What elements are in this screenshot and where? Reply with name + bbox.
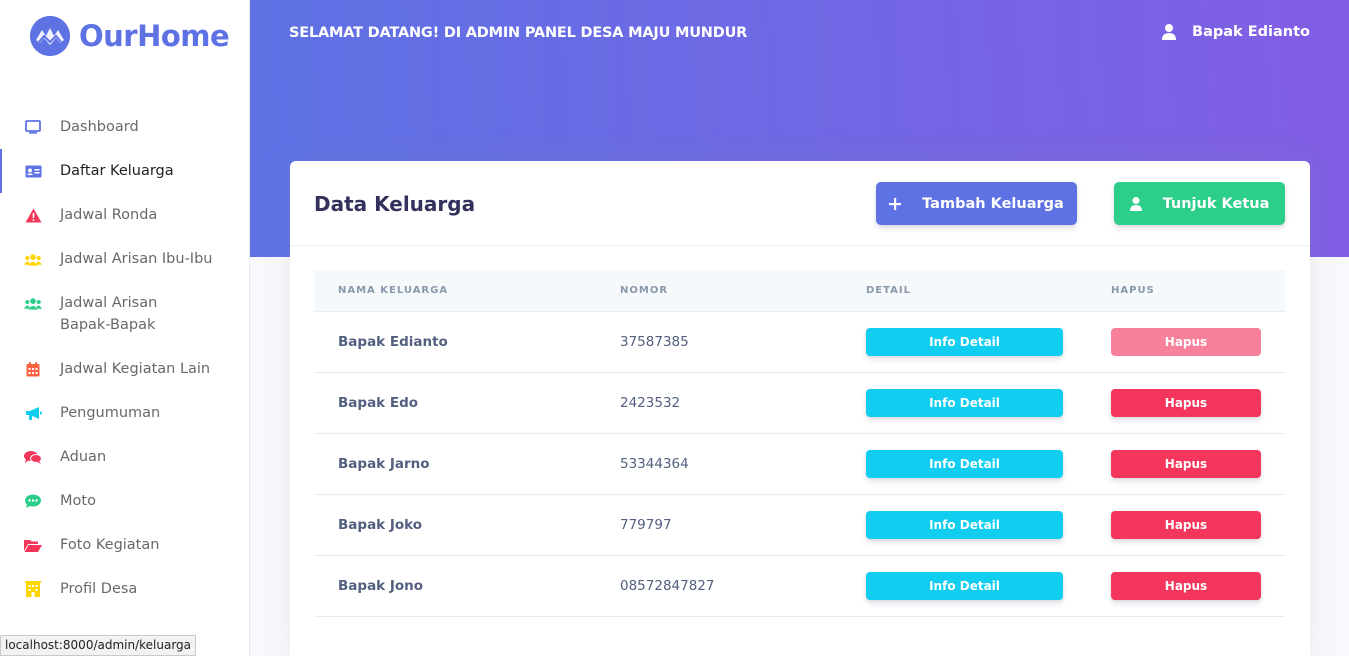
comment-dots-icon xyxy=(24,490,42,512)
cell-nama: Bapak Jarno xyxy=(314,433,596,495)
sidebar-nav: Dashboard Daftar Keluarga Jadwal Ronda J… xyxy=(0,105,250,611)
card-title: Data Keluarga xyxy=(314,192,476,216)
sidebar: OurHome Dashboard Daftar Keluarga Jadwal… xyxy=(0,0,250,656)
cell-nomor: 2423532 xyxy=(596,372,842,434)
hapus-button[interactable]: Hapus xyxy=(1111,510,1261,539)
info-detail-button[interactable]: Info Detail xyxy=(866,510,1063,539)
sidebar-item-label: Jadwal Kegiatan Lain xyxy=(60,361,211,377)
sidebar-item-profil-desa[interactable]: Profil Desa xyxy=(0,567,250,611)
cell-detail: Info Detail xyxy=(842,372,1087,434)
user-name: Bapak Edianto xyxy=(1192,24,1310,40)
folder-open-icon xyxy=(24,534,42,556)
cell-nama: Bapak Jono xyxy=(314,555,596,617)
users-icon xyxy=(24,292,42,314)
table-row: Bapak Jarno 53344364 Info Detail Hapus xyxy=(314,433,1285,495)
cell-nomor: 779797 xyxy=(596,494,842,556)
sidebar-item-kegiatan-lain[interactable]: Jadwal Kegiatan Lain xyxy=(0,347,250,391)
sidebar-item-label: Jadwal Ronda xyxy=(60,207,158,223)
sidebar-item-label: Daftar Keluarga xyxy=(60,163,174,179)
megaphone-icon xyxy=(24,402,42,424)
column-header-hapus: HAPUS xyxy=(1087,270,1285,312)
user-icon xyxy=(1129,196,1142,211)
cell-hapus: Hapus xyxy=(1087,372,1285,434)
building-icon xyxy=(24,578,42,600)
sidebar-item-dashboard[interactable]: Dashboard xyxy=(0,105,250,149)
tunjuk-ketua-label: Tunjuk Ketua xyxy=(1162,195,1270,212)
sidebar-item-arisan-bapak[interactable]: Jadwal Arisan Bapak-Bapak xyxy=(0,281,250,347)
column-header-detail: DETAIL xyxy=(842,270,1087,312)
table-header-row: NAMA KELUARGA NOMOR DETAIL HAPUS xyxy=(314,270,1285,312)
sidebar-item-label: Pengumuman xyxy=(60,405,161,421)
cell-nomor: 08572847827 xyxy=(596,555,842,617)
sidebar-item-jadwal-ronda[interactable]: Jadwal Ronda xyxy=(0,193,250,237)
calendar-icon xyxy=(24,358,42,380)
card-header: Data Keluarga Tambah Keluarga Tunjuk Ket… xyxy=(290,161,1310,246)
sidebar-item-foto-kegiatan[interactable]: Foto Kegiatan xyxy=(0,523,250,567)
sidebar-item-label: Profil Desa xyxy=(60,581,138,597)
cell-nomor: 53344364 xyxy=(596,433,842,495)
data-keluarga-card: Data Keluarga Tambah Keluarga Tunjuk Ket… xyxy=(290,161,1310,656)
hapus-button[interactable]: Hapus xyxy=(1111,388,1261,417)
table-row: Bapak Joko 779797 Info Detail Hapus xyxy=(314,494,1285,556)
table-row: Bapak Edo 2423532 Info Detail Hapus xyxy=(314,372,1285,434)
cell-detail: Info Detail xyxy=(842,555,1087,617)
user-icon xyxy=(1162,24,1177,40)
table-row: Bapak Edianto 37587385 Info Detail Hapus xyxy=(314,311,1285,373)
sidebar-item-label: Moto xyxy=(60,493,96,509)
sidebar-item-label: Jadwal Arisan Ibu-Ibu xyxy=(60,251,213,267)
cell-detail: Info Detail xyxy=(842,433,1087,495)
user-menu[interactable]: Bapak Edianto xyxy=(1162,24,1310,40)
home-logo-icon xyxy=(30,16,70,56)
sidebar-item-aduan[interactable]: Aduan xyxy=(0,435,250,479)
sidebar-item-daftar-keluarga[interactable]: Daftar Keluarga xyxy=(0,149,250,193)
cell-nama: Bapak Joko xyxy=(314,494,596,556)
table-row: Bapak Jono 08572847827 Info Detail Hapus xyxy=(314,555,1285,617)
id-card-icon xyxy=(24,160,42,182)
tunjuk-ketua-button[interactable]: Tunjuk Ketua xyxy=(1114,182,1285,225)
info-detail-button[interactable]: Info Detail xyxy=(866,388,1063,417)
keluarga-table: NAMA KELUARGA NOMOR DETAIL HAPUS Bapak E… xyxy=(314,270,1285,617)
info-detail-button[interactable]: Info Detail xyxy=(866,327,1063,356)
sidebar-item-moto[interactable]: Moto xyxy=(0,479,250,523)
cell-detail: Info Detail xyxy=(842,311,1087,373)
comments-icon xyxy=(24,446,42,468)
cell-hapus: Hapus xyxy=(1087,311,1285,373)
brand-name: OurHome xyxy=(79,19,230,53)
column-header-nomor: NOMOR xyxy=(596,270,842,312)
sidebar-item-arisan-ibu[interactable]: Jadwal Arisan Ibu-Ibu xyxy=(0,237,250,281)
tambah-keluarga-button[interactable]: Tambah Keluarga xyxy=(876,182,1077,225)
hapus-button[interactable]: Hapus xyxy=(1111,327,1261,356)
hapus-button[interactable]: Hapus xyxy=(1111,449,1261,478)
sidebar-item-label: Foto Kegiatan xyxy=(60,537,160,553)
plus-icon xyxy=(889,197,902,210)
users-icon xyxy=(24,248,42,270)
cell-nama: Bapak Edo xyxy=(314,372,596,434)
cell-hapus: Hapus xyxy=(1087,555,1285,617)
cell-nomor: 37587385 xyxy=(596,311,842,373)
sidebar-item-label: Aduan xyxy=(60,449,107,465)
cell-nama: Bapak Edianto xyxy=(314,311,596,373)
tv-icon xyxy=(24,116,42,138)
warning-icon xyxy=(24,204,42,226)
sidebar-item-label: Jadwal Arisan Bapak-Bapak xyxy=(60,295,158,333)
hapus-button[interactable]: Hapus xyxy=(1111,571,1261,600)
column-header-nama: NAMA KELUARGA xyxy=(314,270,596,312)
info-detail-button[interactable]: Info Detail xyxy=(866,449,1063,478)
tambah-keluarga-label: Tambah Keluarga xyxy=(922,195,1064,212)
cell-hapus: Hapus xyxy=(1087,433,1285,495)
browser-status-bar: localhost:8000/admin/keluarga xyxy=(0,635,197,656)
welcome-text: SELAMAT DATANG! DI ADMIN PANEL DESA MAJU… xyxy=(289,25,748,41)
sidebar-item-label: Dashboard xyxy=(60,119,139,135)
info-detail-button[interactable]: Info Detail xyxy=(866,571,1063,600)
sidebar-item-pengumuman[interactable]: Pengumuman xyxy=(0,391,250,435)
brand[interactable]: OurHome xyxy=(30,16,230,56)
cell-detail: Info Detail xyxy=(842,494,1087,556)
cell-hapus: Hapus xyxy=(1087,494,1285,556)
